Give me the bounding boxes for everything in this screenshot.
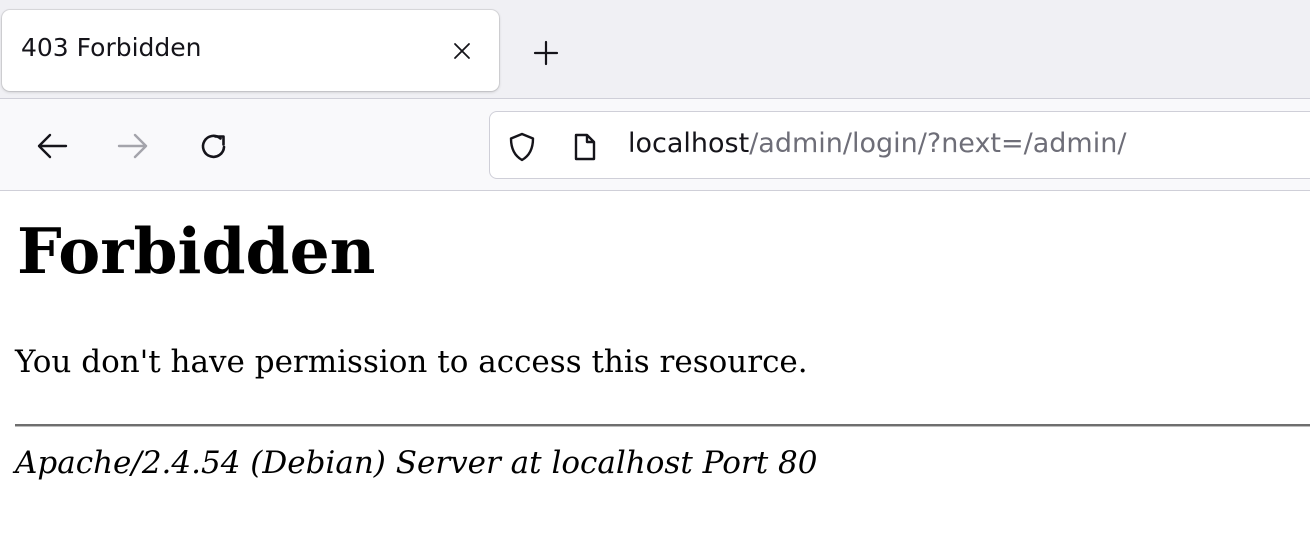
navigation-toolbar: localhost/admin/login/?next=/admin/: [0, 98, 1310, 191]
tab-active[interactable]: 403 Forbidden: [2, 10, 499, 91]
tab-title: 403 Forbidden: [21, 33, 202, 62]
close-icon: [454, 43, 470, 59]
page-icon[interactable]: [572, 132, 598, 162]
new-tab-button[interactable]: [524, 31, 568, 75]
back-button[interactable]: [28, 122, 76, 170]
page-heading: Forbidden: [17, 214, 376, 288]
plus-icon: [533, 40, 559, 66]
reload-button[interactable]: [190, 122, 238, 170]
arrow-left-icon: [37, 133, 68, 159]
error-message: You don't have permission to access this…: [15, 344, 808, 380]
divider: [15, 424, 1310, 427]
shield-icon[interactable]: [507, 132, 537, 162]
url-host: localhost: [628, 128, 750, 159]
arrow-right-icon: [117, 133, 148, 159]
tab-strip: 403 Forbidden: [0, 0, 1310, 98]
url-path: /admin/login/?next=/admin/: [749, 128, 1127, 159]
reload-icon: [201, 134, 226, 159]
tab-close-button[interactable]: [442, 32, 482, 70]
url-text[interactable]: localhost/admin/login/?next=/admin/: [628, 128, 1126, 159]
address-bar[interactable]: localhost/admin/login/?next=/admin/: [489, 111, 1310, 179]
server-signature: Apache/2.4.54 (Debian) Server at localho…: [15, 445, 818, 481]
page-content: Forbidden You don't have permission to a…: [0, 192, 1310, 546]
forward-button[interactable]: [109, 122, 157, 170]
